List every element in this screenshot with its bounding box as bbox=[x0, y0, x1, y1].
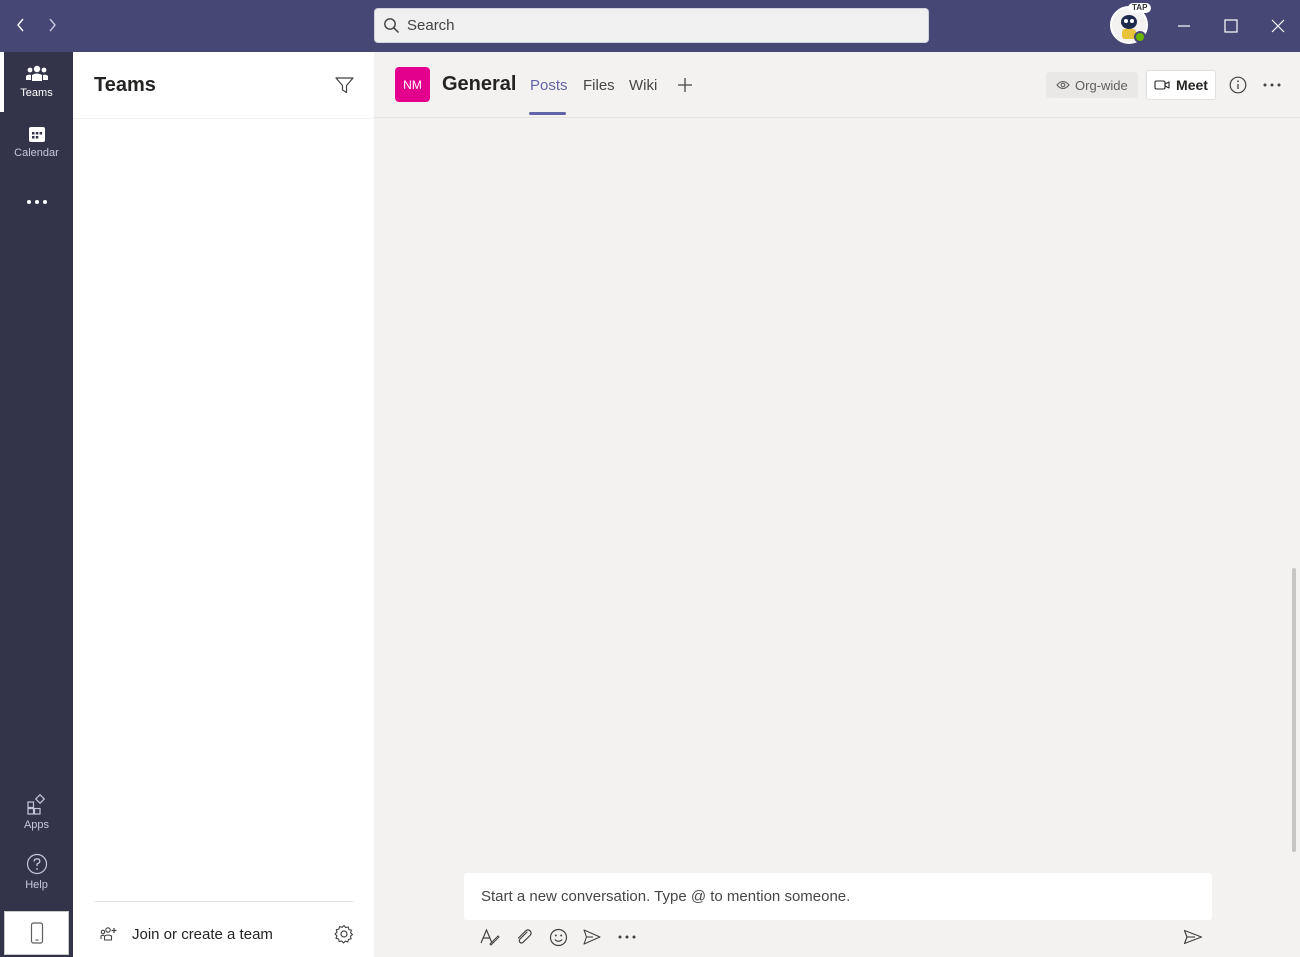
divider bbox=[73, 118, 374, 119]
tab-posts[interactable]: Posts bbox=[530, 77, 568, 94]
video-camera-icon bbox=[1154, 80, 1170, 90]
filter-icon bbox=[334, 76, 354, 93]
add-tab-button[interactable] bbox=[674, 74, 696, 96]
format-button[interactable] bbox=[478, 926, 502, 948]
org-wide-label: Org-wide bbox=[1075, 77, 1128, 93]
more-horizontal-icon bbox=[26, 200, 47, 204]
divider bbox=[95, 901, 353, 902]
minimize-button[interactable] bbox=[1161, 0, 1207, 52]
compose-box[interactable] bbox=[464, 873, 1212, 920]
join-or-create-team-button[interactable]: Join or create a team bbox=[100, 920, 273, 948]
channel-name: General bbox=[442, 73, 517, 95]
rail-item-apps[interactable]: Apps bbox=[0, 782, 73, 842]
maximize-icon bbox=[1224, 19, 1238, 33]
rail-item-label: Apps bbox=[23, 819, 50, 831]
info-icon bbox=[1229, 76, 1247, 94]
presence-status-icon bbox=[1134, 31, 1146, 43]
avatar-badge: TAP bbox=[1128, 3, 1152, 13]
chevron-left-icon bbox=[17, 18, 24, 32]
plus-icon bbox=[678, 78, 692, 92]
minimize-icon bbox=[1178, 25, 1190, 27]
teams-icon bbox=[25, 65, 48, 81]
channel-info-button[interactable] bbox=[1226, 73, 1250, 97]
rail-item-label: Calendar bbox=[14, 147, 59, 159]
manage-teams-button[interactable] bbox=[332, 922, 356, 946]
back-button[interactable] bbox=[10, 14, 32, 36]
tab-wiki[interactable]: Wiki bbox=[629, 77, 657, 94]
more-horizontal-icon bbox=[1263, 83, 1281, 87]
format-icon bbox=[480, 928, 500, 946]
send-icon bbox=[1183, 929, 1203, 945]
rail-item-calendar[interactable]: Calendar bbox=[0, 112, 73, 172]
search-input[interactable] bbox=[407, 17, 907, 34]
paperclip-icon bbox=[517, 929, 532, 944]
more-options-button[interactable] bbox=[1260, 73, 1284, 97]
apps-icon bbox=[26, 793, 45, 815]
teams-list-pane: Teams Join or create a team bbox=[73, 52, 374, 957]
rail-item-label: Teams bbox=[20, 87, 53, 99]
schedule-send-button[interactable] bbox=[580, 926, 604, 948]
rail-item-label: Help bbox=[25, 879, 48, 891]
forward-button[interactable] bbox=[41, 14, 63, 36]
rail-item-teams[interactable]: Teams bbox=[0, 52, 73, 112]
active-tab-indicator bbox=[529, 112, 566, 115]
add-team-icon bbox=[100, 927, 117, 941]
send-forward-icon bbox=[583, 929, 601, 945]
eye-icon bbox=[1056, 80, 1070, 90]
calendar-icon bbox=[28, 127, 45, 142]
channel-header: NM General Posts Files Wiki Org-wide Mee… bbox=[374, 52, 1300, 118]
org-wide-badge[interactable]: Org-wide bbox=[1046, 72, 1138, 98]
maximize-button[interactable] bbox=[1208, 0, 1254, 52]
chevron-right-icon bbox=[49, 18, 56, 32]
search-bar[interactable] bbox=[374, 8, 929, 43]
close-icon bbox=[1271, 19, 1285, 33]
gear-icon bbox=[334, 924, 354, 944]
search-icon bbox=[375, 8, 407, 43]
compose-input[interactable] bbox=[481, 888, 1181, 905]
more-horizontal-icon bbox=[618, 935, 636, 939]
filter-button[interactable] bbox=[332, 73, 356, 97]
meet-button[interactable]: Meet bbox=[1146, 70, 1216, 100]
emoji-icon bbox=[549, 928, 567, 946]
attach-button[interactable] bbox=[512, 926, 536, 948]
close-button[interactable] bbox=[1255, 0, 1300, 52]
title-bar: TAP bbox=[0, 0, 1300, 52]
emoji-button[interactable] bbox=[546, 926, 570, 948]
team-avatar[interactable]: NM bbox=[395, 67, 430, 102]
app-rail: Teams Calendar Apps Help bbox=[0, 52, 73, 957]
page-title: Teams bbox=[94, 74, 156, 96]
help-icon bbox=[26, 853, 47, 875]
tab-files[interactable]: Files bbox=[583, 77, 615, 94]
send-button[interactable] bbox=[1181, 926, 1205, 948]
more-compose-options-button[interactable] bbox=[615, 926, 639, 948]
meet-label: Meet bbox=[1176, 77, 1208, 93]
rail-item-help[interactable]: Help bbox=[0, 842, 73, 902]
join-team-label: Join or create a team bbox=[132, 925, 273, 943]
mobile-phone-icon bbox=[30, 922, 43, 944]
scrollbar[interactable] bbox=[1292, 568, 1296, 852]
mobile-download-button[interactable] bbox=[4, 911, 69, 955]
rail-more-button[interactable] bbox=[0, 172, 73, 232]
